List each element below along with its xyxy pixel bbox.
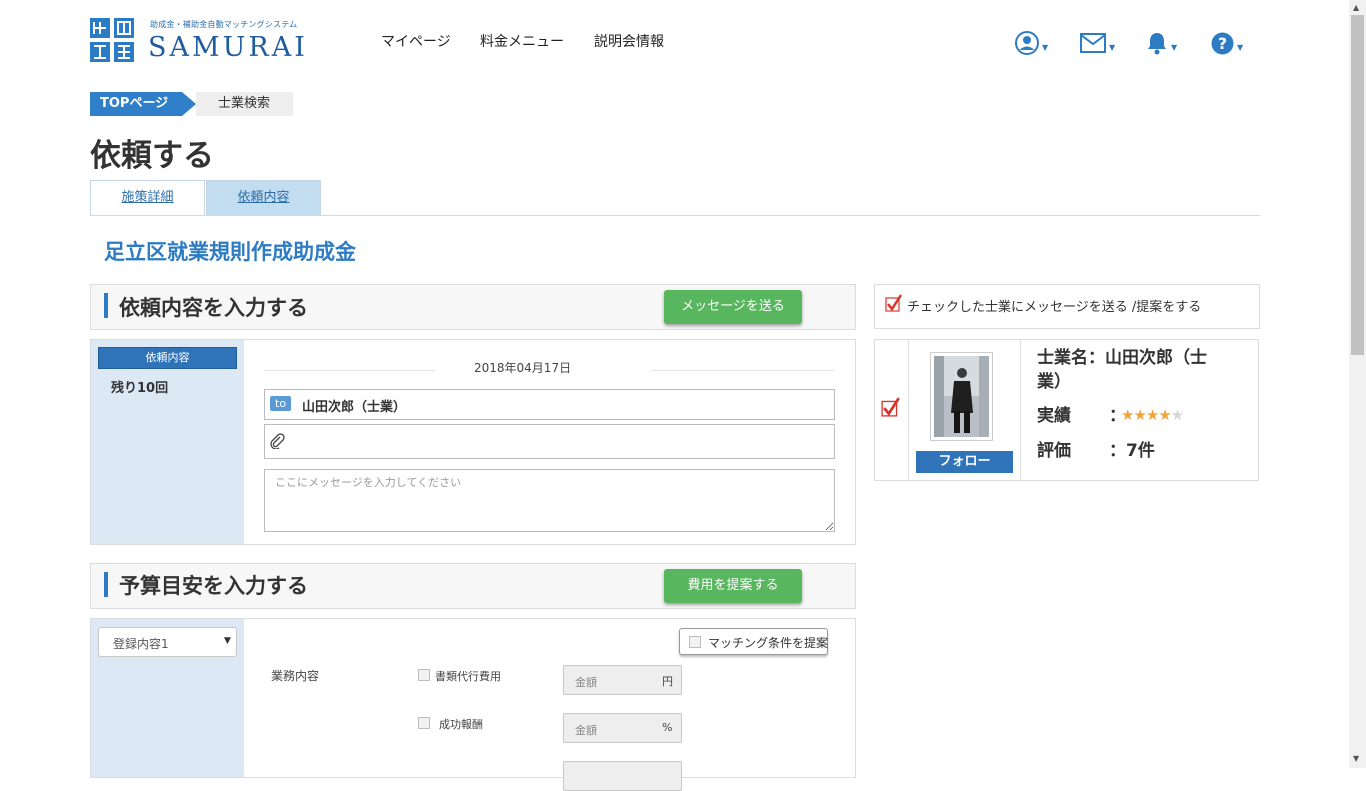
nav-briefing-info[interactable]: 説明会情報 — [594, 31, 664, 51]
recipient-name: 山田次郎（士業） — [302, 400, 407, 415]
remaining-count: 残り10回 — [111, 381, 169, 396]
propose-matching-label: マッチング条件を提案 — [708, 636, 829, 650]
user-menu[interactable]: ▼ — [1015, 30, 1048, 56]
samurai-logo-mark[interactable] — [90, 18, 134, 62]
professional-photo[interactable] — [930, 352, 993, 441]
chevron-down-icon: ▼ — [1171, 43, 1178, 52]
notifications-menu[interactable]: ▼ — [1146, 30, 1177, 56]
document-fee-checkbox[interactable] — [418, 669, 430, 681]
paperclip-icon — [270, 433, 285, 449]
rating-label: 評価 — [1037, 441, 1071, 461]
star-empty-icon: ★ — [1170, 406, 1184, 424]
budget-panel-sidebar: 登録内容1 ▼ — [91, 619, 244, 777]
scroll-down-icon[interactable]: ▼ — [1353, 754, 1359, 763]
tab-policy-details[interactable]: 施策詳細 — [90, 180, 205, 215]
recipient-field[interactable]: to 山田次郎（士業） — [264, 389, 835, 420]
chevron-down-icon: ▼ — [224, 636, 231, 646]
breadcrumb-arrow — [182, 92, 196, 116]
section-marker — [104, 572, 108, 597]
logo-text[interactable]: SAMURAI — [148, 32, 308, 63]
registered-content-select[interactable]: 登録内容1 ▼ — [98, 627, 237, 657]
red-check-icon — [885, 294, 903, 312]
send-to-checked-text[interactable]: チェックした士業にメッセージを送る /提案をする — [907, 296, 1201, 315]
achievement-label: 実績 — [1037, 406, 1071, 426]
request-section-title: 依頼内容を入力する — [119, 296, 308, 320]
message-input[interactable] — [264, 469, 835, 532]
professional-name-line2: 業） — [1037, 372, 1071, 392]
percent-unit: % — [662, 721, 673, 734]
tab-request-content[interactable]: 依頼内容 — [206, 180, 321, 215]
nav-mypage[interactable]: マイページ — [381, 31, 451, 51]
request-content-label: 依頼内容 — [98, 347, 237, 369]
document-fee-label: 書類代行費用 — [435, 670, 501, 683]
scrollbar-thumb[interactable] — [1351, 15, 1364, 355]
additional-amount-input[interactable] — [563, 761, 682, 791]
request-section-header: 依頼内容を入力する メッセージを送る — [90, 284, 856, 330]
message-date: 2018年04月17日 — [474, 361, 572, 375]
select-value: 登録内容1 — [113, 637, 169, 651]
section-marker — [104, 293, 108, 318]
scroll-up-icon[interactable]: ▲ — [1353, 3, 1359, 12]
professional-name: 士業名：山田次郎（士 業） — [1037, 346, 1247, 394]
budget-section-header: 予算目安を入力する 費用を提案する — [90, 563, 856, 609]
request-panel-sidebar: 依頼内容 残り10回 — [91, 340, 244, 544]
follow-button[interactable]: フォロー — [916, 451, 1013, 473]
svg-text:?: ? — [1218, 34, 1227, 53]
red-check-icon — [881, 397, 900, 417]
card-divider — [908, 340, 909, 480]
to-badge: to — [270, 396, 292, 411]
yen-unit: 円 — [662, 675, 673, 688]
help-icon: ? — [1211, 32, 1234, 54]
star-icon: ★★★★ — [1121, 406, 1172, 424]
chevron-down-icon: ▼ — [1109, 43, 1116, 52]
work-content-label: 業務内容 — [271, 669, 320, 683]
professional-card: フォロー 士業名：山田次郎（士 業） 実績 ： ★★★★★ 評価 ：7件 — [874, 339, 1259, 481]
chevron-down-icon: ▼ — [1237, 43, 1244, 52]
attachment-field[interactable] — [264, 424, 835, 459]
select-professional-cell[interactable] — [875, 340, 908, 480]
success-fee-amount-input[interactable]: 金額 % — [563, 713, 682, 743]
propose-cost-button[interactable]: 費用を提案する — [664, 569, 802, 603]
checkbox-icon — [689, 636, 701, 648]
document-fee-amount-input[interactable]: 金額 円 — [563, 665, 682, 695]
logo-tagline: 助成金・補助金自動マッチングシステム — [150, 20, 298, 29]
breadcrumb-top[interactable]: TOPページ — [90, 92, 182, 116]
subsidy-title: 足立区就業規則作成助成金 — [104, 240, 356, 264]
propose-matching-button[interactable]: マッチング条件を提案 — [679, 628, 828, 655]
request-panel: 依頼内容 残り10回 2018年04月17日 to 山田次郎（士業） — [90, 339, 856, 545]
bell-icon — [1148, 33, 1166, 55]
send-message-button[interactable]: メッセージを送る — [664, 290, 802, 324]
date-divider-left — [265, 370, 435, 371]
person-photo-icon — [934, 356, 989, 437]
success-fee-checkbox[interactable] — [418, 717, 430, 729]
tab-divider — [90, 215, 1260, 216]
user-icon — [1015, 31, 1039, 55]
rating-stars: ★★★★★ — [1121, 406, 1184, 424]
budget-panel: 登録内容1 ▼ マッチング条件を提案 業務内容 書類代行費用 金額 円 成功報酬… — [90, 618, 856, 791]
mail-menu[interactable]: ▼ — [1080, 30, 1115, 56]
success-fee-label: 成功報酬 — [439, 718, 483, 731]
date-divider-right — [651, 370, 834, 371]
send-to-checked-header: チェックした士業にメッセージを送る /提案をする — [874, 284, 1260, 329]
page-title: 依頼する — [90, 138, 214, 174]
budget-section-title: 予算目安を入力する — [119, 574, 308, 598]
mail-icon — [1080, 33, 1106, 53]
rating-count: ：7件 — [1109, 441, 1155, 461]
amount-placeholder: 金額 — [575, 724, 597, 737]
nav-pricing-menu[interactable]: 料金メニュー — [480, 31, 564, 51]
help-menu[interactable]: ? ▼ — [1211, 30, 1243, 56]
card-divider — [1020, 340, 1021, 480]
amount-placeholder: 金額 — [575, 676, 597, 689]
chevron-down-icon: ▼ — [1042, 43, 1049, 52]
breadcrumb-current: 士業検索 — [196, 92, 293, 116]
professional-name-line1: 士業名：山田次郎（士 — [1037, 348, 1207, 368]
